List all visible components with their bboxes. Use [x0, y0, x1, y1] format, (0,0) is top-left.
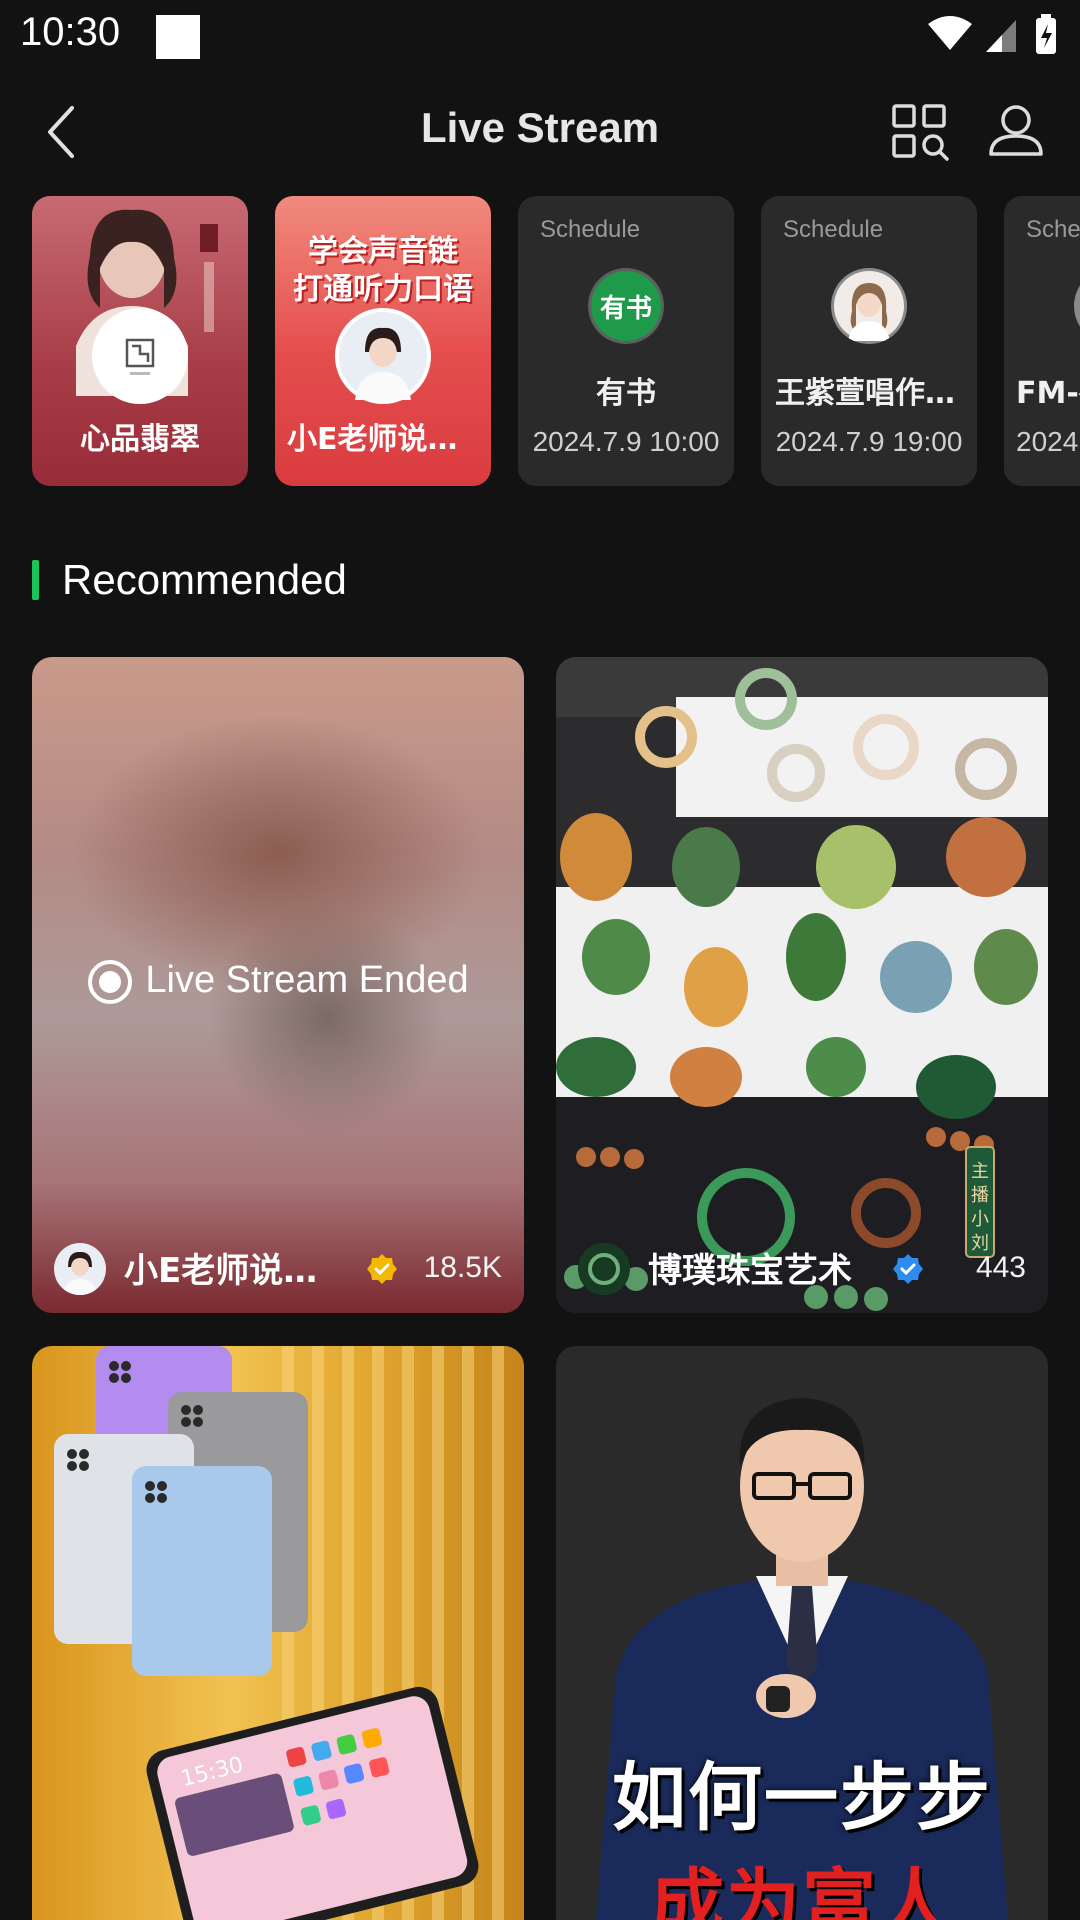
profile-icon[interactable]	[988, 102, 1044, 158]
stream-status: Live Stream Ended	[32, 959, 524, 1005]
signal-icon	[986, 20, 1016, 52]
host-name: 博璞珠宝艺术	[648, 1251, 852, 1291]
live-ended-icon	[88, 960, 133, 1004]
schedule-date: 2024.7.9 20:00	[1016, 426, 1080, 457]
host-name: 小E老师说英语	[124, 1251, 324, 1291]
host-avatar	[834, 271, 904, 341]
status-time: 10:30	[20, 10, 121, 54]
wifi-icon	[928, 16, 972, 50]
status-bar: 10:30	[0, 0, 1080, 72]
poster-subheadline: 成为富人	[650, 1861, 954, 1920]
strip-card-live[interactable]: 学会声音链 打通听力口语 小E老师说英语	[275, 196, 491, 486]
strip-card-schedule[interactable]: Schedule 有书 有书 2024.7.9 10:00	[518, 196, 734, 486]
stream-status-text: Live Stream Ended	[145, 959, 469, 1002]
live-strip: 心品翡翠 学会声音链 打通听力口语 小E老师说英语 Schedule 有书 有书…	[0, 196, 1080, 486]
schedule-label: Schedule	[540, 216, 641, 243]
section-accent-bar	[32, 560, 39, 600]
top-bar: Live Stream	[0, 72, 1080, 192]
host-tag: 主	[971, 1161, 989, 1182]
schedule-date: 2024.7.9 10:00	[532, 426, 720, 457]
strip-card-name: 小E老师说英语	[287, 422, 488, 457]
verified-gold-icon	[367, 1254, 397, 1284]
battery-icon	[1036, 14, 1056, 54]
avatar	[92, 308, 188, 404]
schedule-name: 有书	[596, 376, 656, 411]
stream-card[interactable]: 15:30	[32, 1346, 524, 1920]
host-avatar	[339, 312, 427, 400]
avatar	[831, 268, 907, 344]
poster-line: 打通听力口语	[293, 272, 473, 307]
card-footer: 小E老师说英语 18.5K	[32, 1217, 524, 1313]
tablet-product-thumbnail: 15:30	[54, 1346, 504, 1920]
brand-logo	[96, 312, 184, 400]
strip-card-live[interactable]: 心品翡翠	[32, 196, 248, 486]
poster-headline: 如何一步步	[612, 1755, 992, 1841]
youshu-logo: 有书	[591, 271, 661, 341]
jewelry-thumbnail: 主 播 小 刘	[556, 657, 1048, 1313]
card-footer: 博璞珠宝艺术 443	[556, 1217, 1048, 1313]
schedule-date: 2024.7.9 19:00	[775, 426, 963, 457]
scan-grid-icon[interactable]	[890, 102, 950, 162]
stream-card[interactable]: Live Stream Ended 小E老师说英语 18.5K	[32, 657, 524, 1313]
avatar	[1074, 268, 1080, 344]
strip-card-schedule[interactable]: Schedule 王紫萱唱作直播 2024.7.9 19:00	[761, 196, 977, 486]
schedule-label: Schedule	[783, 216, 884, 243]
strip-card-name: 心品翡翠	[80, 422, 200, 457]
verified-blue-icon	[893, 1254, 923, 1284]
schedule-name: FM-夜	[1016, 376, 1080, 411]
strip-card-schedule[interactable]: Schedule FM-夜 2024.7.9 20:00	[1004, 196, 1080, 486]
stream-card[interactable]: 如何一步步 成为富人	[556, 1346, 1048, 1920]
schedule-name: 王紫萱唱作直播	[775, 376, 977, 411]
avatar	[54, 1243, 106, 1295]
status-icons	[928, 14, 1056, 54]
avatar: 有书	[588, 268, 664, 344]
avatar	[578, 1243, 630, 1295]
viewer-count: 443	[975, 1251, 1026, 1284]
viewer-count: 18.5K	[423, 1251, 502, 1284]
schedule-label: Schedule	[1026, 216, 1080, 243]
stream-card[interactable]: 主 播 小 刘 博璞珠宝艺术 443	[556, 657, 1048, 1313]
avatar	[335, 308, 431, 404]
svg-text:播: 播	[971, 1185, 989, 1206]
app-root: 10:30 Live Stream 心品翡翠 学会声音链 打通听力口语 小E老师…	[0, 0, 1080, 1920]
notification-icon	[156, 15, 200, 59]
section-title: Recommended	[62, 556, 347, 603]
